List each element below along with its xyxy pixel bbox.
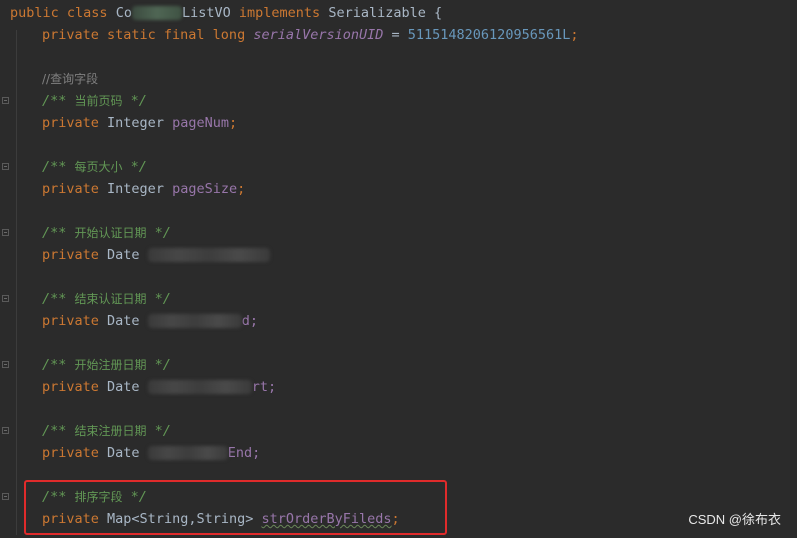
field-type: Integer <box>107 115 164 131</box>
number-literal: 5115148206120956561L <box>407 27 571 43</box>
redacted-blur <box>147 446 228 460</box>
field-name-tail: d; <box>241 313 258 329</box>
fold-toggle-icon[interactable] <box>2 229 9 236</box>
assign-operator: = <box>383 27 408 43</box>
doc-close: */ <box>122 159 147 175</box>
doc-comment-line[interactable]: /** 结束认证日期 */ <box>42 289 171 309</box>
keyword-private: private <box>42 313 99 329</box>
field-name-tail: ; <box>229 115 238 131</box>
keyword-private: private <box>42 379 99 395</box>
keyword-private: private <box>42 181 99 197</box>
fold-toggle-icon[interactable] <box>2 427 9 434</box>
doc-comment-text: 每页大小 <box>74 160 123 174</box>
class-name-prefix: Co <box>115 5 132 21</box>
field-declaration-line[interactable]: private Date d; <box>42 311 258 331</box>
doc-open: /** <box>42 225 75 241</box>
field-name-tail: rt; <box>251 379 277 395</box>
line-comment: //查询字段 <box>42 72 99 86</box>
code-line-serial-version[interactable]: private static final long serialVersionU… <box>42 25 578 45</box>
field-declaration-line[interactable]: private Date rt; <box>42 377 276 397</box>
field-declaration-line[interactable]: private Date <box>42 245 270 265</box>
keyword-private: private <box>42 247 99 263</box>
doc-open: /** <box>42 423 75 439</box>
interface-name: Serializable <box>328 5 426 21</box>
class-name-suffix: ListVO <box>181 5 231 21</box>
field-name-tail: End; <box>227 445 261 461</box>
doc-close: */ <box>146 357 171 373</box>
fold-toggle-icon[interactable] <box>2 295 9 302</box>
doc-comment-line[interactable]: /** 开始注册日期 */ <box>42 355 171 375</box>
doc-close: */ <box>146 225 171 241</box>
field-serial-version-uid: serialVersionUID <box>253 27 384 43</box>
field-name-tail: ; <box>237 181 246 197</box>
doc-close: */ <box>146 423 171 439</box>
redacted-blur <box>147 314 242 328</box>
doc-comment-text: 开始注册日期 <box>74 358 147 372</box>
doc-comment-text: 结束认证日期 <box>74 292 147 306</box>
keyword-public: public <box>10 5 59 21</box>
field-type: Date <box>107 313 140 329</box>
keyword-private: private <box>42 445 99 461</box>
doc-comment-text: 当前页码 <box>74 94 123 108</box>
keyword-private: private <box>42 115 99 131</box>
field-type: Date <box>107 379 140 395</box>
doc-comment-line[interactable]: /** 开始认证日期 */ <box>42 223 171 243</box>
code-line-class-declaration[interactable]: public class Co ListVO implements Seriali… <box>10 3 442 23</box>
doc-open: /** <box>42 93 75 109</box>
keyword-implements: implements <box>238 5 321 21</box>
code-line-comment[interactable]: //查询字段 <box>42 69 98 89</box>
field-declaration-line[interactable]: private Integer pageNum; <box>42 113 237 133</box>
highlight-box <box>24 480 447 535</box>
code-editor[interactable]: public class Co ListVO implements Seriali… <box>0 0 797 538</box>
open-brace: { <box>434 5 443 21</box>
keyword-class: class <box>66 5 108 21</box>
doc-comment-text: 开始认证日期 <box>74 226 147 240</box>
redacted-blur <box>147 248 270 262</box>
field-declaration-line[interactable]: private Date End; <box>42 443 260 463</box>
doc-open: /** <box>42 291 75 307</box>
fold-toggle-icon[interactable] <box>2 361 9 368</box>
fold-toggle-icon[interactable] <box>2 493 9 500</box>
doc-comment-line[interactable]: /** 每页大小 */ <box>42 157 147 177</box>
indent-guide <box>16 30 17 535</box>
doc-comment-text: 结束注册日期 <box>74 424 147 438</box>
redacted-blur <box>147 380 252 394</box>
fold-toggle-icon[interactable] <box>2 97 9 104</box>
field-name: pageNum <box>172 115 229 131</box>
doc-comment-line[interactable]: /** 当前页码 */ <box>42 91 147 111</box>
doc-close: */ <box>146 291 171 307</box>
field-declaration-line[interactable]: private Integer pageSize; <box>42 179 245 199</box>
doc-close: */ <box>122 93 147 109</box>
doc-open: /** <box>42 357 75 373</box>
field-name: pageSize <box>172 181 238 197</box>
modifiers: private static final long <box>42 27 246 43</box>
editor-gutter <box>0 0 14 538</box>
field-type: Date <box>107 445 140 461</box>
doc-comment-line[interactable]: /** 结束注册日期 */ <box>42 421 171 441</box>
field-type: Date <box>107 247 140 263</box>
watermark: CSDN @徐布衣 <box>688 512 781 527</box>
semicolon: ; <box>570 27 579 43</box>
doc-open: /** <box>42 159 75 175</box>
fold-toggle-icon[interactable] <box>2 163 9 170</box>
field-type: Integer <box>107 181 164 197</box>
redacted-blur <box>131 6 182 20</box>
